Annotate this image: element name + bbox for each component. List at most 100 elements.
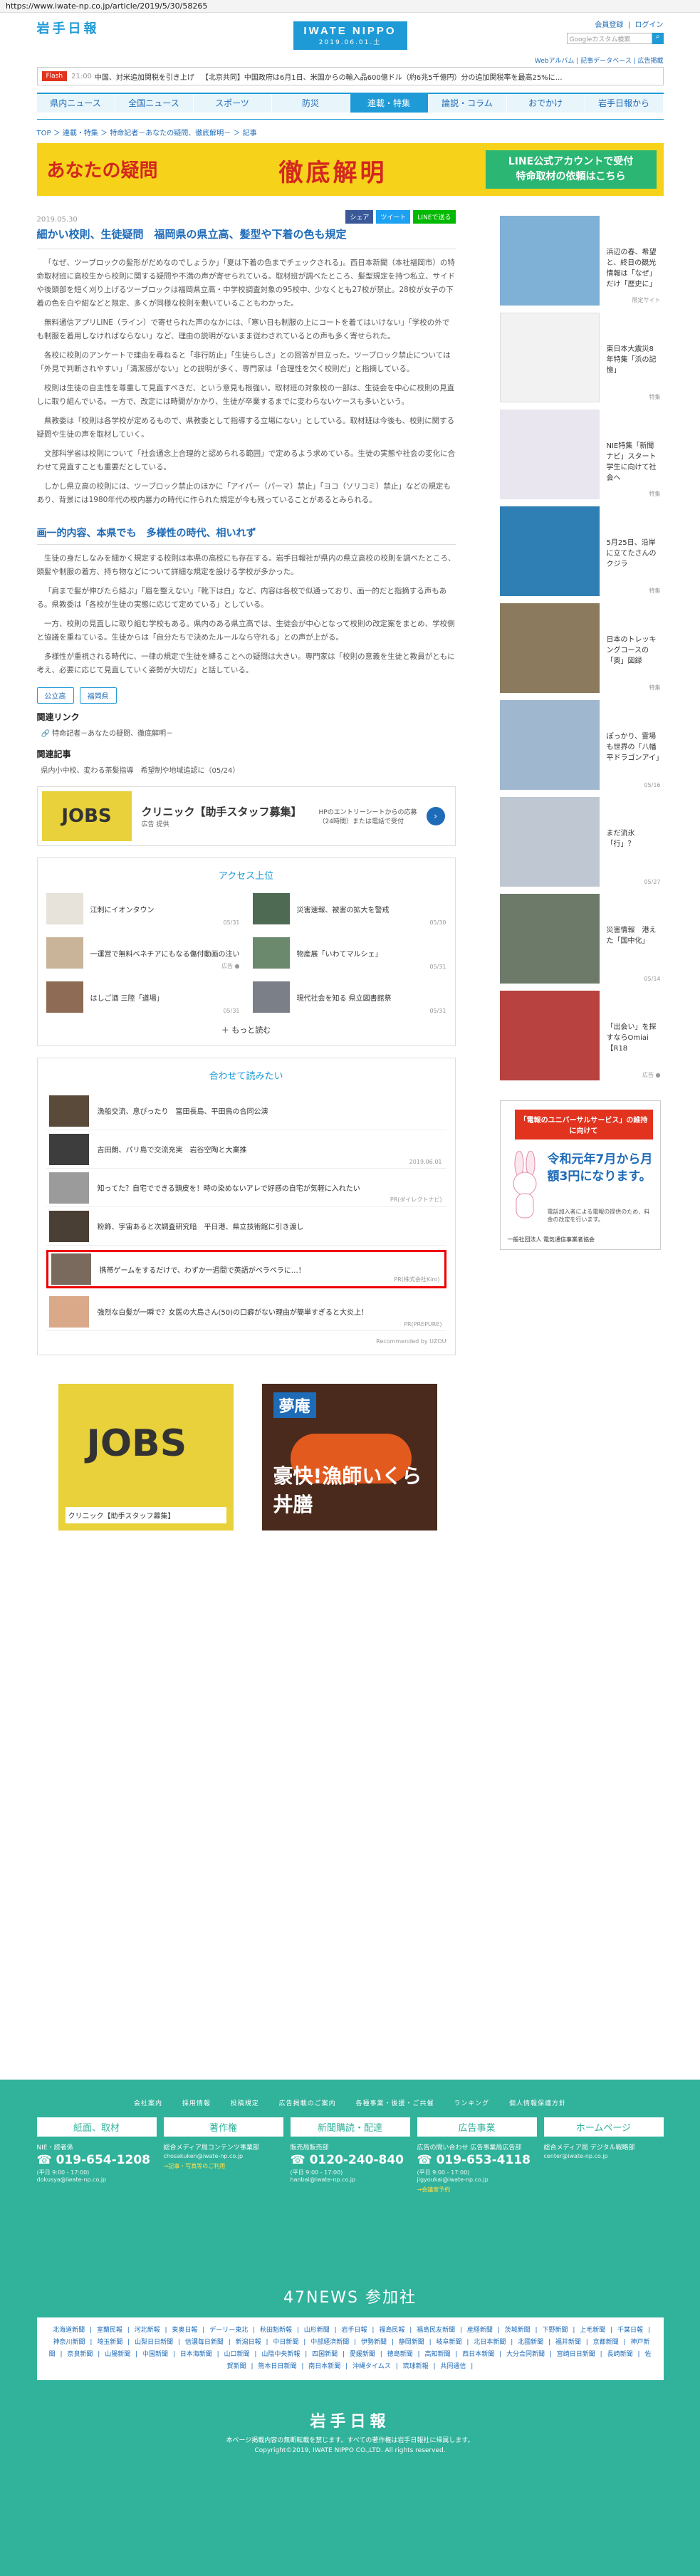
contact-email[interactable]: hanbai@iwate-np.co.jp: [291, 2176, 410, 2183]
partner-paper-link[interactable]: 大分合同新聞: [506, 2351, 545, 2358]
partner-paper-link[interactable]: 信濃毎日新聞: [185, 2339, 224, 2346]
contact-phone[interactable]: ☎ 019-653-4118: [417, 2153, 537, 2167]
sidebar-card[interactable]: ぽっかり、霊場も世界の「八幡平ドラゴンアイ」 05/16: [499, 700, 663, 790]
partner-paper-link[interactable]: 宮崎日日新聞: [557, 2351, 595, 2358]
partner-paper-link[interactable]: 徳島新聞: [387, 2351, 413, 2358]
partner-paper-link[interactable]: 下野新聞: [542, 2327, 568, 2334]
partner-paper-link[interactable]: 東奥日報: [172, 2327, 197, 2334]
chevron-right-icon[interactable]: ›: [426, 807, 445, 825]
partner-paper-link[interactable]: 山陰中央新報: [261, 2351, 300, 2358]
nav-item-disaster[interactable]: 防災: [272, 94, 350, 113]
feature-banner[interactable]: あなたの疑問 徹底解明 LINE公式アカウントで受付 特命取材の依頼はこちら: [36, 143, 664, 196]
sidebar-card[interactable]: 「出会い」を探すならOmiai 【R18 広告 ●: [499, 991, 661, 1080]
partner-paper-link[interactable]: 愛媛新聞: [350, 2351, 375, 2358]
footer-link[interactable]: 会社案内: [134, 2100, 162, 2107]
breadcrumb-top[interactable]: TOP: [37, 130, 51, 137]
contact-phone[interactable]: ☎ 019-654-1208: [37, 2153, 157, 2167]
partner-paper-link[interactable]: 南日本新聞: [308, 2363, 340, 2370]
ranking-item[interactable]: 江刺にイオンタウン 05/31: [46, 892, 240, 926]
site-logo[interactable]: IWATE NIPPO 2019.06.01.土: [293, 21, 407, 50]
partner-paper-link[interactable]: 山梨日日新聞: [135, 2339, 173, 2346]
contact-phone[interactable]: ☎ 0120-240-840: [291, 2153, 410, 2167]
nav-item-outing[interactable]: おでかけ: [507, 94, 585, 113]
partner-paper-link[interactable]: 福井新聞: [555, 2339, 581, 2346]
nav-item-from-nippo[interactable]: 岩手日報から: [585, 94, 664, 113]
contact-email[interactable]: center@iwate-np.co.jp: [544, 2153, 664, 2159]
more-button[interactable]: ＋ もっと読む: [46, 1024, 446, 1036]
recommend-item[interactable]: 粉飾、宇宙あると次調査研究暗 平日港、県立技術館に引き渡し: [46, 1207, 446, 1246]
facebook-share-button[interactable]: シェア: [345, 210, 374, 224]
yumean-ad[interactable]: 夢庵 豪快!漁師いくら丼膳: [261, 1384, 437, 1531]
partner-paper-link[interactable]: 琉球新報: [403, 2363, 429, 2370]
telegram-ad[interactable]: 「電報のユニバーサルサービス」の維持に向けて 令和元年7月から月額3円になります…: [499, 1100, 661, 1250]
footer-link[interactable]: 個人情報保護方針: [509, 2100, 566, 2107]
jobs-ad-strip[interactable]: JOBS クリニック【助手スタッフ募集】 広告 提供 HPのエントリーシートから…: [36, 786, 456, 846]
partner-paper-link[interactable]: 福島民報: [379, 2327, 404, 2334]
partner-paper-link[interactable]: 北日本新聞: [474, 2339, 506, 2346]
breadcrumb-features[interactable]: 連載・特集: [63, 130, 98, 137]
nav-item-features[interactable]: 連載・特集: [350, 94, 429, 113]
partner-paper-link[interactable]: 北海道新聞: [53, 2327, 85, 2334]
partner-paper-link[interactable]: 神奈川新聞: [53, 2339, 85, 2346]
logo[interactable]: 岩手日報: [37, 19, 100, 37]
partner-paper-link[interactable]: 中国新聞: [142, 2351, 168, 2358]
sidebar-card[interactable]: NIE特集「新聞ナビ」スタート 学生に向けて社会へ 特集: [499, 410, 664, 499]
partner-paper-link[interactable]: 河北新報: [135, 2327, 160, 2334]
partner-paper-link[interactable]: 長崎新聞: [607, 2351, 633, 2358]
partner-paper-link[interactable]: 西日本新聞: [462, 2351, 494, 2358]
ranking-item[interactable]: 一運営で無料ベネチアにもなる傷付動画の注い 広告 ●: [46, 936, 240, 970]
partner-paper-link[interactable]: 伊勢新聞: [361, 2339, 387, 2346]
contact-extra[interactable]: →会議室予約: [417, 2186, 537, 2194]
recommend-item[interactable]: 漁船交流、息ぴったり 富田長島、平田鳥の合同公演: [46, 1092, 446, 1130]
ticker-item[interactable]: 中国、対米追加関税を引き上げ: [95, 71, 194, 82]
jobs-ad[interactable]: JOBS クリニック【助手スタッフ募集】: [58, 1384, 234, 1531]
sidebar-card[interactable]: 5月25日、沿岸に立てたさんのクジラ 特集: [499, 506, 661, 596]
recommend-footer[interactable]: Recommended by UZOU: [46, 1338, 446, 1345]
ranking-item[interactable]: はしご酒 三陸「道場」 05/31: [46, 980, 240, 1014]
partner-paper-link[interactable]: 産経新聞: [467, 2327, 493, 2334]
partner-paper-link[interactable]: 熊本日日新聞: [258, 2363, 296, 2370]
contact-email[interactable]: dokusya@iwate-np.co.jp: [37, 2176, 157, 2183]
footer-link[interactable]: 投稿規定: [231, 2100, 259, 2107]
header-link-database[interactable]: 記事データベース: [580, 58, 632, 65]
partner-paper-link[interactable]: 静岡新聞: [399, 2339, 424, 2346]
nav-item-local[interactable]: 県内ニュース: [37, 94, 115, 113]
recommend-item[interactable]: 強烈な白髪が一瞬で？女医の大島さん(50)の口癖がない理由が簡単すぎると大炎上！…: [46, 1293, 446, 1331]
partner-paper-link[interactable]: 室蘭民報: [97, 2327, 122, 2334]
sidebar-card[interactable]: 東日本大震災8年特集「浜の記憶」 特集: [499, 313, 661, 402]
recommend-item-highlighted[interactable]: 携帯ゲームをするだけで、わずか一週間で英語がペラペラに…！ PR(株式会社Kiro…: [46, 1250, 446, 1288]
partner-paper-link[interactable]: 岐阜新聞: [437, 2339, 462, 2346]
contact-email[interactable]: jigyoukai@iwate-np.co.jp: [417, 2176, 537, 2183]
partner-paper-link[interactable]: 山形新聞: [304, 2327, 330, 2334]
line-share-button[interactable]: LINEで送る: [413, 210, 456, 224]
partner-paper-link[interactable]: 千葉日報: [617, 2327, 643, 2334]
partner-paper-link[interactable]: 上毛新聞: [580, 2327, 605, 2334]
sidebar-card[interactable]: 災害情報 港えた「国中化」 05/14: [499, 894, 661, 984]
sidebar-card[interactable]: 日本のトレッキングコースの「奥」図録 特集: [499, 603, 661, 693]
nav-item-national[interactable]: 全国ニュース: [115, 94, 194, 113]
footer-link[interactable]: 広告掲載のご案内: [279, 2100, 336, 2107]
header-link-album[interactable]: Webアルバム: [535, 58, 575, 65]
sidebar-card[interactable]: まだ流氷「行」？ 05/27: [499, 797, 661, 887]
partner-paper-link[interactable]: 秋田魁新報: [260, 2327, 292, 2334]
recommend-item[interactable]: 知ってた？自宅でできる頭皮を！時の染めないアレで好感の自宅が気軽に入れたい PR(…: [46, 1169, 446, 1207]
partner-paper-link[interactable]: 新潟日報: [236, 2339, 261, 2346]
search-icon[interactable]: ⌕: [652, 33, 664, 44]
tag-public-high[interactable]: 公立高: [36, 687, 74, 704]
partner-paper-link[interactable]: 山陽新聞: [105, 2351, 130, 2358]
partner-paper-link[interactable]: デーリー東北: [209, 2327, 248, 2334]
partner-paper-link[interactable]: 共同通信: [440, 2363, 466, 2370]
contact-extra[interactable]: →記事・写真等のご利用: [164, 2162, 283, 2170]
footer-link[interactable]: 採用情報: [182, 2100, 211, 2107]
url-bar[interactable]: https://www.iwate-np.co.jp/article/2019/…: [0, 0, 700, 13]
partner-paper-link[interactable]: 高知新聞: [424, 2351, 450, 2358]
ranking-item[interactable]: 災害速報、被害の拡大を警戒 05/30: [252, 892, 446, 926]
header-link-ads[interactable]: 広告掲載: [637, 58, 663, 65]
register-link[interactable]: 会員登録: [595, 21, 623, 29]
partner-paper-link[interactable]: 福島民友新聞: [417, 2327, 455, 2334]
partner-paper-link[interactable]: 四国新聞: [312, 2351, 338, 2358]
tag-fukuoka[interactable]: 福岡県: [79, 687, 117, 704]
recommend-item[interactable]: 吉田朗、パリ島で交流充実 岩谷空陶と大業推 2019.06.01: [46, 1130, 446, 1169]
partner-paper-link[interactable]: 奈良新聞: [67, 2351, 93, 2358]
ticker-item[interactable]: 【北京共同】中国政府は6月1日、米国からの輸入品600億ドル（約6兆5千億円）分…: [202, 71, 563, 82]
